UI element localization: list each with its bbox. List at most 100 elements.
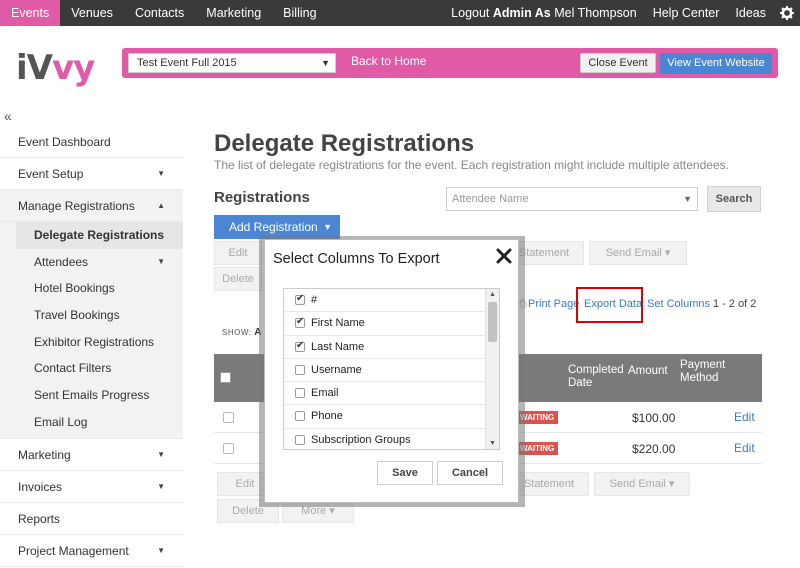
export-columns-list[interactable]: # First Name Last Name Username Email Ph… [283,288,500,450]
select-all-checkbox[interactable] [220,372,231,383]
help-center-link[interactable]: Help Center [645,6,728,20]
row-checkbox[interactable] [223,412,234,423]
checkbox-checked[interactable] [295,316,305,329]
sidebar-item-reports[interactable]: Reports [0,503,183,535]
column-label: Phone [311,410,343,423]
sidebar-item-label: Exhibitor Registrations [34,334,155,349]
show-filter[interactable]: SHOW: A [222,327,262,338]
nav-venues[interactable]: Venues [60,0,124,26]
nav-marketing[interactable]: Marketing [195,0,272,26]
collapse-sidebar-icon[interactable]: « [4,108,12,124]
sidebar-item-label: Delegate Registrations [34,228,165,242]
row-checkbox[interactable] [223,443,234,454]
list-scrollbar[interactable]: ▲ ▼ [485,289,499,449]
sidebar-item-label: Email Log [34,414,88,429]
sidebar-item-invoices[interactable]: Invoices ▼ [0,471,183,503]
caret-down-icon: ▼ [157,169,165,178]
sidebar-item-exhibitor-registrations[interactable]: Exhibitor Registrations [0,329,183,356]
delete-button[interactable]: Delete [214,267,262,291]
send-email-label: Send Email [605,247,662,259]
list-item[interactable]: # [284,289,486,313]
ivvy-logo[interactable]: iVvy [16,48,95,88]
back-to-home-link[interactable]: Back to Home [351,54,426,68]
sidebar-item-contact-filters[interactable]: Contact Filters [0,355,183,382]
column-label: # [311,294,318,306]
save-button[interactable]: Save [377,461,433,485]
list-item[interactable]: First Name [284,312,486,336]
attendee-name-select[interactable]: Attendee Name ▼ [446,187,698,211]
sidebar-item-marketing[interactable]: Marketing ▼ [0,439,183,471]
caret-down-icon: ▼ [157,545,165,555]
send-email-button[interactable]: Send Email ▾ [589,241,687,265]
checkbox-checked[interactable] [295,293,305,305]
list-item[interactable]: Username [284,359,486,383]
logout-label: Logout [451,6,490,20]
col-payment-method[interactable]: Payment Method [680,359,730,385]
sidebar-item-label: Contact Filters [34,361,112,376]
sidebar-item-project-management[interactable]: Project Management ▼ [0,535,183,567]
page-count: 1 - 2 of 2 [713,298,757,310]
sidebar-item-label: Travel Bookings [34,308,120,323]
checkbox-unchecked[interactable] [295,388,305,399]
edit-button[interactable]: Edit [214,241,262,265]
close-icon[interactable] [496,248,512,264]
export-data-highlight [576,287,643,323]
sidebar-item-delegate-registrations[interactable]: Delegate Registrations [16,222,183,249]
scroll-thumb[interactable] [488,302,497,342]
sidebar-item-event-dashboard[interactable]: Event Dashboard [0,126,183,158]
column-label: Username [311,363,362,376]
sidebar-item-label: Invoices [18,479,63,494]
sidebar-item-attendees[interactable]: Attendees ▼ [0,249,183,276]
print-page-link[interactable]: Print Page [528,298,579,310]
sidebar-item-travel-bookings[interactable]: Travel Bookings [0,302,183,329]
close-event-button[interactable]: Close Event [580,53,656,73]
scroll-down-icon[interactable]: ▼ [489,440,496,447]
col-completed-date[interactable]: Completed Date [568,364,624,390]
checkbox-unchecked[interactable] [295,434,305,445]
col-amount[interactable]: Amount [628,365,668,378]
sidebar-item-event-setup[interactable]: Event Setup ▼ [0,158,183,190]
list-item[interactable]: Email [284,382,486,406]
checkbox-checked[interactable] [295,340,305,352]
event-select[interactable]: Test Event Full 2015 ▼ [128,53,336,73]
show-label: SHOW: [222,328,252,337]
nav-events[interactable]: Events [0,0,61,26]
checkbox-unchecked[interactable] [295,364,305,375]
sidebar-item-label: Marketing [18,447,71,462]
export-columns-dialog: Select Columns To Export # First Name La… [264,239,519,503]
sidebar-item-manage-registrations[interactable]: Manage Registrations ▲ [0,190,183,222]
sidebar-item-hotel-bookings[interactable]: Hotel Bookings [0,275,183,302]
column-label: Subscription Groups [311,433,411,446]
row-edit-link[interactable]: Edit [734,441,755,455]
ideas-link[interactable]: Ideas [727,6,774,20]
view-event-website-button[interactable]: View Event Website [660,53,772,74]
page-subtitle: The list of delegate registrations for t… [214,158,729,172]
sidebar-item-label: Reports [18,511,61,526]
column-label: Last Name [311,340,365,353]
caret-up-icon: ▲ [157,201,165,210]
cancel-button[interactable]: Cancel [437,461,503,485]
list-item[interactable]: Last Name [284,336,486,359]
chevron-down-icon: ▼ [683,194,692,204]
nav-contacts[interactable]: Contacts [124,0,195,26]
scroll-up-icon[interactable]: ▲ [489,291,496,298]
checkbox-unchecked[interactable] [295,411,305,422]
event-bar: Test Event Full 2015 ▼ Back to Home Clos… [122,48,778,78]
logout-admin-link[interactable]: Logout Admin As Mel Thompson [443,6,645,20]
sidebar-item-sent-emails-progress[interactable]: Sent Emails Progress [0,382,183,409]
gear-icon[interactable] [774,0,800,26]
set-columns-link[interactable]: Set Columns [647,298,710,310]
search-button[interactable]: Search [707,186,761,212]
chevron-down-icon: ▼ [321,58,330,68]
caret-down-icon: ▼ [157,481,165,491]
list-item[interactable]: Phone [284,405,486,429]
send-email-button-bottom[interactable]: Send Email ▾ [594,472,690,496]
row-edit-link[interactable]: Edit [734,410,755,424]
main-nav: Events Venues Contacts Marketing Billing [0,0,328,26]
nav-billing[interactable]: Billing [272,0,327,26]
sidebar-item-email-log[interactable]: Email Log [0,409,183,436]
caret-down-icon: ▼ [157,449,165,459]
row-amount: $100.00 [632,411,676,425]
caret-down-icon: ▼ [157,256,165,266]
list-item[interactable]: Subscription Groups [284,429,486,449]
